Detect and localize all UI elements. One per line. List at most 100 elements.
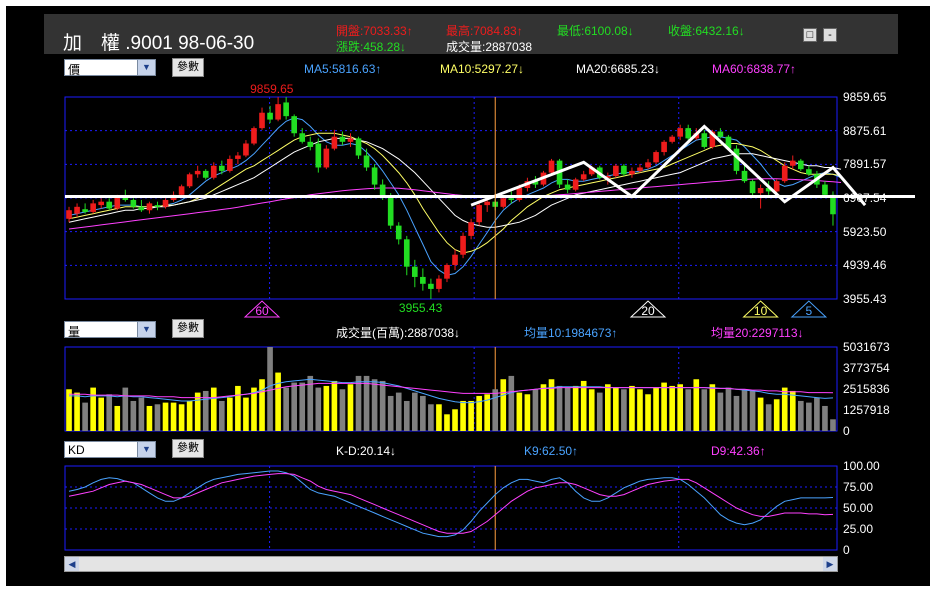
candle-up [781,165,788,182]
ma-period-label: 20 [641,304,655,318]
candle-up [90,203,96,212]
volume-bar [661,382,667,431]
volume-bar [411,392,418,431]
volume-bar [773,399,780,431]
volume-bar [444,414,450,431]
volume-bar [468,400,474,431]
volume-bar [363,375,370,431]
volume-bar [604,384,611,431]
candle-up [146,203,153,211]
candle-up [548,160,555,173]
volume-bar [685,389,692,431]
candle-down [717,131,724,137]
volume-bar [428,404,434,431]
volume-bar [621,389,627,431]
volume-bar [146,405,153,431]
volume-bar [580,380,587,431]
candle-down [202,170,209,178]
candle-down [420,276,426,284]
candle-up [572,179,579,190]
volume-bar [436,404,442,431]
volume-bar [202,390,209,431]
axis-tick-label: 3773754 [843,361,890,375]
candle-up [436,278,442,289]
candle-down [564,184,571,190]
volume-bar [460,400,466,431]
ma10-line [68,132,842,254]
candle-up [669,136,675,142]
volume-bar [725,387,732,431]
candle-up [452,254,458,265]
axis-tick-label: 4939.46 [843,258,887,273]
volume-bar [162,402,169,431]
candle-up [162,199,169,207]
volume-bar [379,380,386,431]
candle-down [106,201,113,209]
axis-tick-label: 100.00 [843,459,880,473]
candle-up [243,143,249,156]
axis-tick-label: 7891.57 [843,157,887,172]
volume-bar [637,389,643,431]
axis-tick-label: 0 [843,543,850,557]
candle-up [468,222,474,236]
candle-down [379,184,386,197]
volume-bar [420,395,426,431]
candle-down [299,133,306,142]
volume-bar [331,380,338,431]
candle-down [411,266,418,277]
volume-bar [516,392,523,431]
d9-line [68,473,834,534]
axis-tick-label: 6907.54 [843,191,887,205]
candle-down [355,138,362,156]
volume-bar [540,384,547,431]
candle-up [259,112,265,129]
volume-bar [797,400,804,431]
volume-bar [98,397,105,431]
candle-down [428,283,434,289]
volume-bar [387,395,394,431]
candle-up [444,264,450,279]
volume-bar [645,394,651,431]
volume-bar [243,397,249,431]
candle-up [194,170,201,175]
volume-bar [532,389,539,431]
candle-down [283,102,289,117]
candle-up [629,170,635,175]
axis-tick-label: 9859.65 [843,90,887,104]
candle-down [685,128,692,139]
volume-bar [259,379,265,431]
charts-canvas: 9859.65 3955.43 60 20 10 5 [64,82,915,551]
candle-down [291,116,298,134]
candle-down [806,169,812,175]
candle-up [98,201,105,206]
candle-down [395,225,402,240]
volume-bar [717,392,724,431]
volume-bar [765,404,772,431]
axis-tick-label: 75.00 [843,480,874,494]
axis-tick-label: 3955.43 [843,292,887,306]
volume-bar [653,387,659,431]
candle-up [460,235,466,255]
candle-up [645,162,651,168]
k9-line [68,470,834,538]
scroll-right-icon[interactable]: ▶ [823,557,837,571]
candle-up [235,155,241,159]
horizontal-scrollbar[interactable]: ◀ ▶ [64,556,838,572]
volume-bar [227,397,233,431]
candle-down [387,196,394,226]
candle-down [822,184,828,195]
ma60-line [68,178,842,230]
volume-bar [235,385,241,431]
candle-up [331,136,338,149]
scroll-left-icon[interactable]: ◀ [65,557,79,571]
candle-up [227,158,233,171]
candle-down [371,167,378,185]
candle-up [580,174,587,180]
volume-bar [154,404,161,431]
candle-up [210,165,217,178]
candle-down [403,239,410,267]
low-marker: 3955.43 [399,301,443,315]
volume-bar [492,389,499,431]
volume-bar [210,387,217,431]
candle-up [323,148,330,168]
